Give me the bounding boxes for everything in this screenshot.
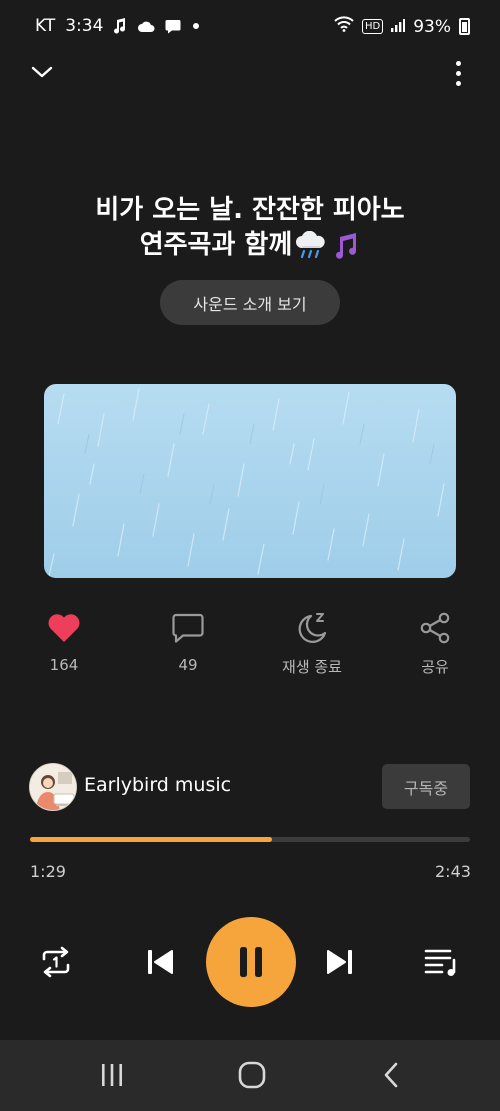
current-time: 1:29 [30, 862, 66, 881]
skip-next-icon [327, 950, 352, 974]
cloud-icon [137, 20, 155, 33]
track-title-line1: 비가 오는 날. 잔잔한 피아노 [95, 195, 405, 225]
comment-icon [170, 610, 206, 646]
next-button[interactable] [320, 942, 360, 982]
comment-count: 49 [178, 656, 198, 674]
status-right: HD 93% [334, 16, 470, 37]
track-title-line2: 연주곡과 함께 [139, 230, 293, 260]
more-options-button[interactable] [446, 58, 470, 88]
channel-name[interactable]: Earlybird music [84, 774, 231, 796]
repeat-button[interactable] [36, 942, 76, 982]
share-action[interactable]: 공유 [390, 610, 480, 677]
dot-icon [191, 21, 201, 31]
repeat-icon [42, 946, 70, 978]
previous-button[interactable] [140, 942, 180, 982]
subscribe-button[interactable]: 구독중 [382, 764, 470, 809]
progress-bar[interactable] [30, 837, 470, 842]
avatar-illustration [30, 764, 76, 810]
carrier-label: KT [35, 16, 56, 36]
more-vertical-icon [455, 60, 461, 66]
share-icon [417, 610, 453, 646]
network-badge: HD [361, 19, 384, 34]
playlist-button[interactable] [422, 942, 462, 982]
chevron-down-icon [31, 66, 53, 78]
track-title: 비가 오는 날. 잔잔한 피아노 연주곡과 함께 [40, 193, 460, 263]
recent-apps-icon [102, 1064, 122, 1086]
collapse-button[interactable] [28, 58, 56, 86]
track-title-line2-wrap: 연주곡과 함께 [40, 228, 460, 263]
like-count: 164 [49, 656, 79, 674]
rain-cloud-emoji [296, 230, 325, 258]
recent-apps-button[interactable] [92, 1055, 132, 1095]
progress-fill [30, 837, 272, 842]
moon-sleep-icon [294, 610, 330, 646]
status-left: KT 3:34 [35, 16, 201, 36]
total-time: 2:43 [435, 862, 471, 881]
sound-intro-label: 사운드 소개 보기 [193, 294, 307, 314]
status-bar: KT 3:34 HD 93% [0, 0, 500, 56]
home-button[interactable] [232, 1055, 272, 1095]
chat-bubble-icon [165, 19, 181, 34]
sleep-timer-action[interactable]: 재생 종료 [267, 610, 357, 677]
subscribe-label: 구독중 [403, 778, 449, 798]
back-chevron-icon [384, 1062, 398, 1088]
back-button[interactable] [372, 1055, 412, 1095]
skip-previous-icon [148, 950, 173, 974]
like-action[interactable]: 164 [19, 610, 109, 674]
home-icon [238, 1061, 266, 1089]
battery-icon [459, 18, 470, 35]
channel-avatar[interactable] [29, 763, 77, 811]
comment-action[interactable]: 49 [143, 610, 233, 674]
heart-icon [46, 610, 82, 646]
music-notes-emoji [336, 232, 357, 259]
track-artwork [44, 384, 456, 578]
play-pause-button[interactable] [206, 917, 296, 1007]
title-emojis [294, 230, 360, 261]
battery-percent: 93% [413, 16, 451, 37]
rain-artwork-image [44, 384, 456, 578]
wifi-icon [334, 16, 354, 37]
pause-icon [240, 947, 262, 977]
sound-intro-button[interactable]: 사운드 소개 보기 [160, 280, 340, 325]
playlist-icon [424, 949, 456, 976]
signal-icon [391, 17, 406, 37]
share-label: 공유 [421, 658, 449, 676]
sleep-timer-label: 재생 종료 [282, 658, 342, 676]
music-note-icon [113, 18, 127, 34]
clock: 3:34 [65, 16, 104, 36]
